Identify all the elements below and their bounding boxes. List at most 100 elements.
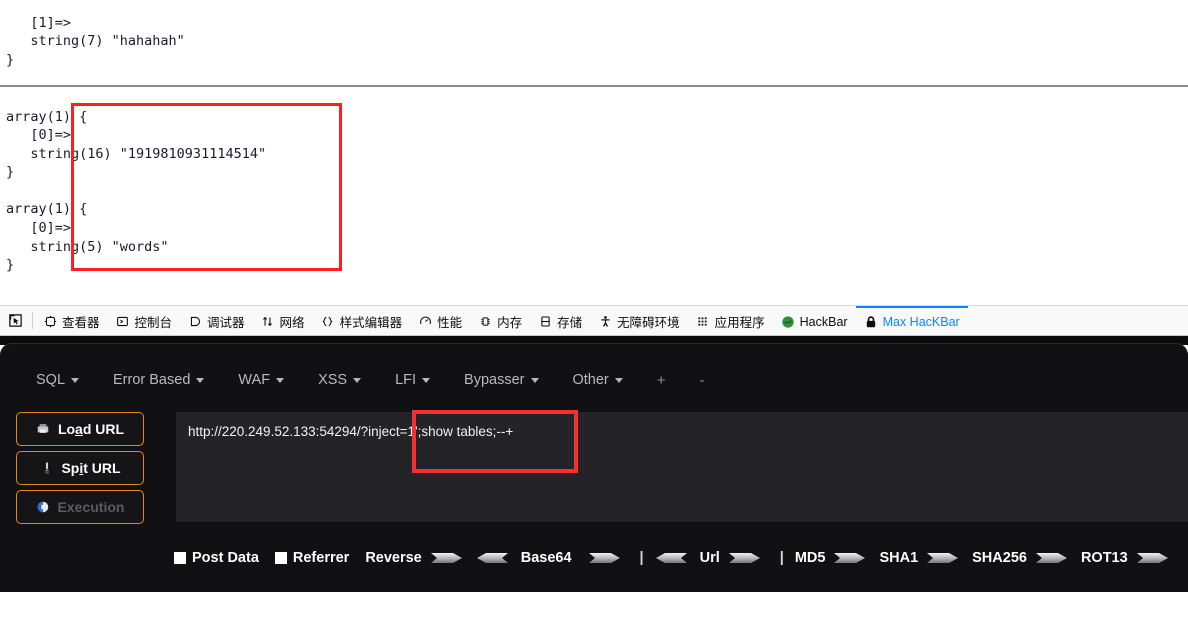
devtools-tab-label: 查看器 [62, 316, 100, 330]
menu-label: LFI [395, 372, 417, 388]
url-encode-label: Url [699, 550, 720, 566]
menu-label: SQL [36, 372, 66, 388]
chevron-down-icon [71, 377, 80, 383]
post-data-checkbox-wrap[interactable]: Post Data [174, 550, 259, 566]
execution-button[interactable]: Execution [16, 490, 144, 524]
reverse-label: Reverse [365, 550, 422, 566]
md5-hash-arrow-icon[interactable] [834, 551, 866, 565]
devtools-tab-style-editor[interactable]: 样式编辑器 [313, 306, 411, 335]
referrer-checkbox-wrap[interactable]: Referrer [274, 550, 350, 566]
var-dump-bottom: array(1) { [0]=> string(16) "19198109311… [6, 108, 267, 274]
chevron-down-icon [276, 377, 285, 383]
url-input[interactable]: http://220.249.52.133:54294/?inject=1';s… [176, 412, 1188, 522]
menu-label: XSS [318, 372, 348, 388]
execution-icon [36, 500, 51, 515]
chevron-down-icon [530, 377, 539, 383]
menu-bypasser[interactable]: Bypasser [464, 372, 539, 388]
add-tab-button[interactable]: + [657, 372, 666, 389]
devtools-tab-label: 调试器 [207, 316, 245, 330]
devtools-tab-max-hackbar[interactable]: Max HacKBar [855, 306, 968, 335]
debugger-icon [188, 315, 202, 329]
url-encode-arrow-icon[interactable] [728, 551, 761, 565]
sha1-hash-arrow-icon[interactable] [927, 551, 959, 565]
php-output-area: [1]=> string(7) "hahahah" } array(1) { [… [0, 0, 1188, 305]
devtools-tab-label: 内存 [497, 316, 523, 330]
chevron-down-icon [353, 377, 362, 383]
split-url-button[interactable]: Spit URL [16, 451, 144, 485]
accessibility-icon [598, 315, 612, 329]
menu-xss[interactable]: XSS [318, 372, 362, 388]
devtools-tab-console[interactable]: 控制台 [108, 306, 181, 335]
sha1-label: SHA1 [879, 550, 919, 566]
devtools-tab-label: 控制台 [134, 316, 173, 330]
devtools-tab-debugger[interactable]: 调试器 [180, 306, 253, 335]
devtools-tab-label: HackBar [799, 314, 848, 329]
devtools-tab-performance[interactable]: 性能 [410, 306, 470, 335]
toolbar-divider [32, 312, 33, 329]
horizontal-rule [0, 85, 1188, 87]
devtools-tab-storage[interactable]: 存储 [530, 306, 590, 335]
menu-other[interactable]: Other [573, 372, 623, 388]
var-dump-top: [1]=> string(7) "hahahah" } [6, 14, 185, 68]
base64-decode-arrow-icon[interactable] [655, 551, 687, 565]
menu-label: Bypasser [464, 372, 525, 388]
element-picker-icon[interactable] [0, 306, 30, 335]
referrer-checkbox[interactable] [274, 552, 287, 564]
devtools-tab-inspector[interactable]: 查看器 [35, 306, 108, 335]
menu-sql[interactable]: SQL [36, 372, 80, 388]
devtools-tab-label: 网络 [279, 316, 305, 330]
devtools-tab-memory[interactable]: 内存 [470, 306, 530, 335]
button-label: Spit URL [61, 460, 121, 476]
devtools-tab-network[interactable]: 网络 [253, 306, 313, 335]
console-icon [116, 315, 130, 329]
rot13-arrow-icon[interactable] [1136, 551, 1169, 565]
devtools-tab-hackbar[interactable]: HackBar [773, 306, 856, 335]
sha256-hash-arrow-icon[interactable] [1035, 551, 1068, 565]
remove-tab-button[interactable]: - [700, 372, 705, 389]
screenshot-root: [1]=> string(7) "hahahah" } array(1) { [… [0, 0, 1188, 627]
reverse-decode-arrow-icon[interactable] [476, 551, 508, 565]
devtools-tab-label: 样式编辑器 [339, 316, 403, 330]
menu-waf[interactable]: WAF [238, 372, 285, 388]
base64-label: Base64 [520, 550, 572, 566]
menu-error-based[interactable]: Error Based [113, 372, 205, 388]
devtools-tab-label: 应用程序 [714, 316, 765, 330]
button-label: Load URL [57, 421, 125, 437]
load-url-button[interactable]: Load URL [16, 412, 144, 446]
chevron-down-icon [196, 377, 205, 383]
referrer-label: Referrer [292, 550, 350, 566]
post-data-checkbox[interactable] [174, 552, 186, 564]
inspector-icon [43, 315, 57, 329]
devtools-tab-application[interactable]: 应用程序 [688, 306, 773, 335]
menu-label: WAF [238, 372, 271, 388]
split-url-icon [39, 461, 54, 476]
sha256-label: SHA256 [972, 550, 1027, 566]
button-label: Execution [57, 499, 125, 515]
devtools-tab-label: 性能 [437, 316, 463, 330]
reverse-encode-arrow-icon[interactable] [430, 551, 463, 565]
max-hackbar-panel: SQL Error Based WAF XSS LFI Bypasser Oth… [0, 343, 1188, 592]
performance-icon [418, 315, 432, 329]
application-icon [696, 315, 710, 329]
devtools-tab-label: 无障碍环境 [617, 316, 680, 330]
rot13-label: ROT13 [1080, 550, 1128, 566]
devtools-tab-accessibility[interactable]: 无障碍环境 [590, 306, 688, 335]
network-icon [261, 315, 275, 329]
memory-icon [478, 315, 492, 329]
menu-lfi[interactable]: LFI [395, 372, 431, 388]
md5-label: MD5 [794, 550, 826, 566]
options-separator-2: | [779, 550, 784, 566]
devtools-tab-label: 存储 [557, 316, 583, 330]
post-data-label: Post Data [192, 550, 259, 566]
menu-label: Error Based [113, 372, 191, 388]
chevron-down-icon [614, 377, 623, 383]
base64-encode-arrow-icon[interactable] [588, 551, 621, 565]
hackbar-icon [781, 315, 795, 329]
menu-label: Other [572, 372, 609, 388]
hackbar-menu-bar: SQL Error Based WAF XSS LFI Bypasser Oth… [0, 360, 1188, 400]
options-separator-1: | [639, 550, 644, 566]
lock-icon [864, 315, 878, 329]
hackbar-options-row: Post Data Referrer Reverse Base64 | Url [0, 540, 1188, 576]
hackbar-action-buttons: Load URL Spit URL Execution [16, 412, 144, 529]
chevron-down-icon [422, 377, 431, 383]
